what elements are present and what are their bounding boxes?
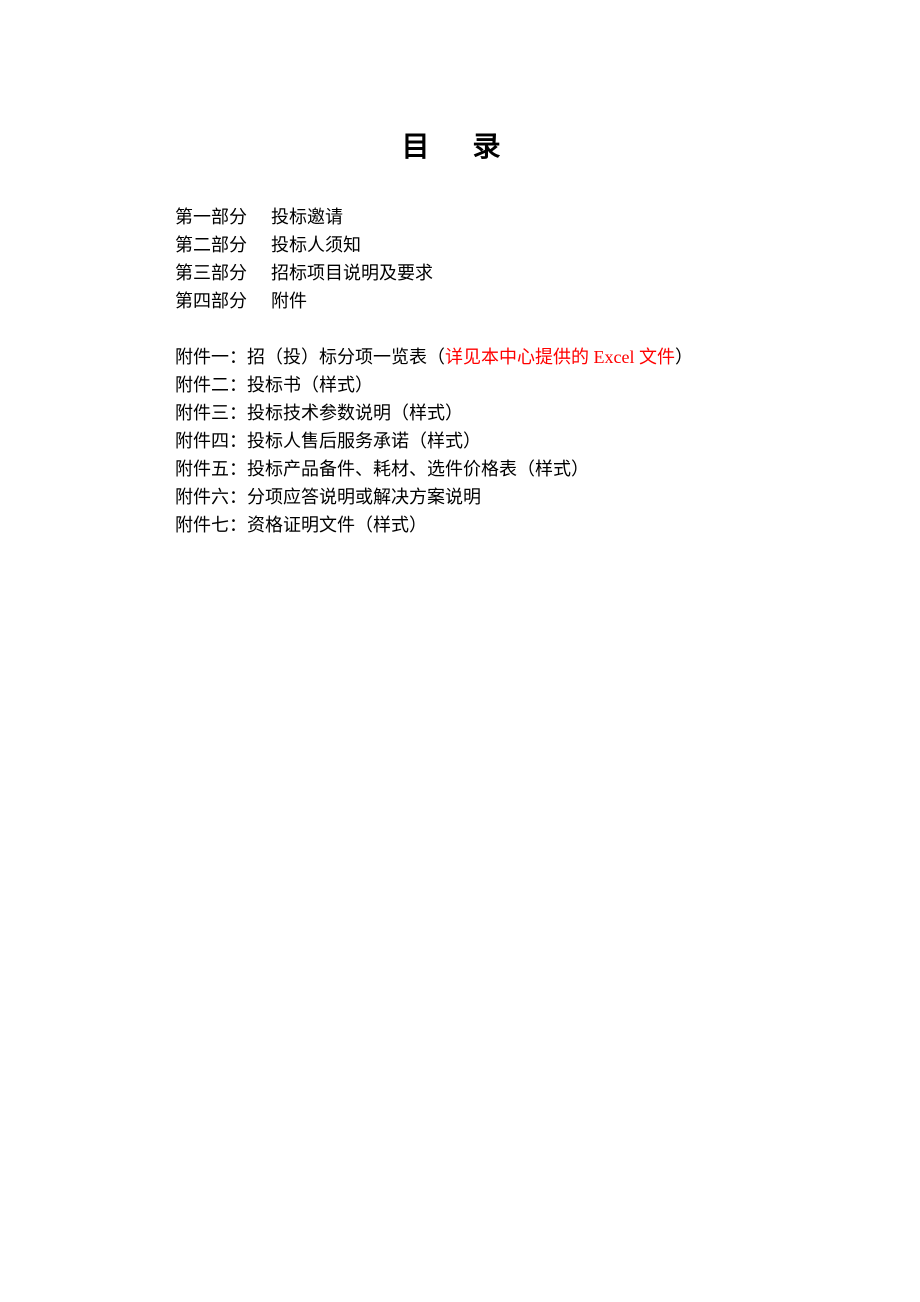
section-name: 招标项目说明及要求 (271, 263, 433, 283)
attachment-text-prefix: 附件七：资格证明文件（样式） (175, 515, 427, 535)
section-name: 投标邀请 (271, 207, 343, 227)
section-label: 第四部分 (175, 291, 247, 311)
toc-section-3: 第三部分 招标项目说明及要求 (175, 259, 800, 287)
toc-content: 第一部分投标邀请 第二部分投标人须知 第三部分招标项目说明及要求 第四部分附件 … (0, 203, 920, 539)
attachment-4: 附件四：投标人售后服务承诺（样式） (175, 427, 800, 455)
attachment-7: 附件七：资格证明文件（样式） (175, 511, 800, 539)
attachment-text-prefix: 附件四：投标人售后服务承诺（样式） (175, 431, 481, 451)
attachment-text-prefix: 附件一：招（投）标分项一览表（ (175, 347, 445, 367)
toc-section-1: 第一部分 投标邀请 (175, 203, 800, 231)
section-label: 第二部分 (175, 235, 247, 255)
document-title: 目 录 (0, 125, 920, 165)
attachment-3: 附件三：投标技术参数说明（样式） (175, 399, 800, 427)
attachment-text-prefix: 附件六：分项应答说明或解决方案说明 (175, 487, 481, 507)
attachment-2: 附件二：投标书（样式） (175, 371, 800, 399)
attachments-list: 附件一：招（投）标分项一览表（详见本中心提供的 Excel 文件） 附件二：投标… (175, 343, 800, 539)
attachment-text-prefix: 附件三：投标技术参数说明（样式） (175, 403, 463, 423)
attachment-text-prefix: 附件五：投标产品备件、耗材、选件价格表（样式） (175, 459, 589, 479)
section-label: 第三部分 (175, 263, 247, 283)
attachment-highlight: 详见本中心提供的 Excel 文件 (445, 347, 675, 367)
section-name: 附件 (271, 291, 307, 311)
section-label: 第一部分 (175, 207, 247, 227)
attachment-text-suffix: ） (675, 347, 693, 367)
attachment-5: 附件五：投标产品备件、耗材、选件价格表（样式） (175, 455, 800, 483)
attachment-text-prefix: 附件二：投标书（样式） (175, 375, 373, 395)
attachment-1: 附件一：招（投）标分项一览表（详见本中心提供的 Excel 文件） (175, 343, 800, 371)
toc-section-2: 第二部分 投标人须知 (175, 231, 800, 259)
toc-section-4: 第四部分 附件 (175, 287, 800, 315)
section-name: 投标人须知 (271, 235, 361, 255)
attachment-6: 附件六：分项应答说明或解决方案说明 (175, 483, 800, 511)
